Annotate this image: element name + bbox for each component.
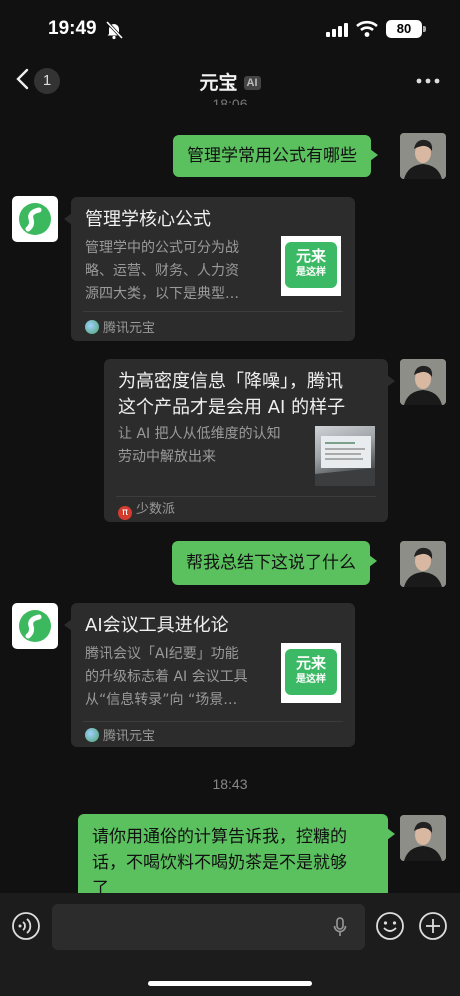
card-desc-line: 腾讯会议「AI纪要」功能 <box>85 646 239 662</box>
card-desc-line: 让 AI 把人从低维度的认知 <box>118 426 281 442</box>
laptop-photo-icon <box>315 436 375 486</box>
yuanbao-source-icon <box>85 320 99 334</box>
message-text: 帮我总结下这说了什么 <box>186 553 356 573</box>
thumbnail-text: 元来 <box>295 654 326 672</box>
yuanbao-avatar[interactable] <box>12 603 58 649</box>
message-text-line: 请你用通俗的计算告诉我，控糖的 <box>92 827 347 847</box>
thumbnail-badge: 元来 是这样 <box>285 242 337 288</box>
ai-answer-card[interactable]: 管理学核心公式 管理学中的公式可分为战 略、运营、财务、人力资 源四大类，以下是… <box>64 197 355 341</box>
user-message-bubble[interactable]: 管理学常用公式有哪些 <box>173 135 378 177</box>
message-text-line: 话，不喝饮料不喝奶茶是不是就够 <box>92 853 347 873</box>
card-thumbnail: 元来 是这样 <box>281 236 341 296</box>
yuanbao-logo-icon <box>19 203 51 235</box>
microphone-icon[interactable] <box>333 917 347 937</box>
card-source: 腾讯元宝 <box>85 728 155 745</box>
chat-input-bar <box>0 893 460 996</box>
user-avatar[interactable] <box>400 541 446 587</box>
emoji-icon[interactable] <box>375 911 405 941</box>
timestamp-partial: 18:06 <box>212 96 248 105</box>
card-title-line: 这个产品才是会用 AI 的样子 <box>118 397 346 418</box>
source-name: 腾讯元宝 <box>103 729 156 744</box>
card-title: 管理学核心公式 <box>85 209 211 230</box>
thumbnail-text: 元来 <box>295 247 326 265</box>
yuanbao-source-icon <box>85 728 99 742</box>
bell-muted-icon <box>105 20 124 40</box>
chat-title-wrap: 元宝 AI <box>0 68 460 95</box>
card-desc-line: 从“信息转录”向 “场景… <box>85 692 238 708</box>
user-avatar-image <box>400 541 446 587</box>
sspai-source-icon: π <box>118 506 132 520</box>
card-title-line: 为高密度信息「降噪」，腾讯 <box>118 371 343 392</box>
card-desc-line: 管理学中的公式可分为战 <box>85 240 239 256</box>
status-bar: 19:49 80 <box>0 0 460 56</box>
card-desc-line: 略、运营、财务、人力资 <box>85 263 239 279</box>
user-message-bubble[interactable]: 帮我总结下这说了什么 <box>172 541 377 585</box>
timestamp: 18:43 <box>212 776 248 792</box>
card-desc-line: 劳动中解放出来 <box>118 449 216 465</box>
battery-indicator: 80 <box>386 20 426 38</box>
card-title: AI会议工具进化论 <box>85 615 229 636</box>
user-avatar-image <box>400 133 446 179</box>
message-text: 管理学常用公式有哪些 <box>187 146 357 166</box>
thumbnail-badge: 元来 是这样 <box>285 649 337 695</box>
signal-icon <box>326 23 348 37</box>
shared-article-card[interactable]: 为高密度信息「降噪」，腾讯 这个产品才是会用 AI 的样子 让 AI 把人从低维… <box>104 359 395 522</box>
message-input[interactable] <box>52 904 365 950</box>
status-time: 19:49 <box>48 18 97 39</box>
yuanbao-logo-icon <box>19 610 51 642</box>
user-avatar[interactable] <box>400 359 446 405</box>
source-name: 腾讯元宝 <box>103 321 156 336</box>
plus-icon[interactable] <box>418 911 448 941</box>
article-thumbnail <box>315 426 375 486</box>
ai-badge: AI <box>243 76 261 90</box>
card-description: 让 AI 把人从低维度的认知 劳动中解放出来 <box>118 423 281 469</box>
home-indicator <box>148 981 312 986</box>
user-avatar-image <box>400 815 446 861</box>
card-desc-line: 源四大类，以下是典型… <box>85 286 239 302</box>
user-message-bubble[interactable]: 请你用通俗的计算告诉我，控糖的 话，不喝饮料不喝奶茶是不是就够 了 <box>78 814 395 904</box>
yuanbao-avatar[interactable] <box>12 196 58 242</box>
user-avatar[interactable] <box>400 815 446 861</box>
card-source: 腾讯元宝 <box>85 320 155 337</box>
more-options-icon[interactable] <box>416 78 440 84</box>
card-desc-line: 的升级标志着 AI 会议工具 <box>85 669 248 685</box>
thumbnail-subtext: 是这样 <box>296 267 326 278</box>
card-thumbnail: 元来 是这样 <box>281 643 341 703</box>
card-source: π 少数派 <box>118 502 175 520</box>
source-name: 少数派 <box>136 502 176 517</box>
wifi-icon <box>356 20 378 37</box>
thumbnail-subtext: 是这样 <box>296 674 326 685</box>
user-avatar-image <box>400 359 446 405</box>
voice-input-icon[interactable] <box>11 911 41 941</box>
card-divider <box>83 721 343 722</box>
chat-title: 元宝 <box>199 72 238 94</box>
card-description: 腾讯会议「AI纪要」功能 的升级标志着 AI 会议工具 从“信息转录”向 “场景… <box>85 643 248 712</box>
card-title: 为高密度信息「降噪」，腾讯 这个产品才是会用 AI 的样子 <box>118 369 345 421</box>
card-divider <box>116 496 376 497</box>
card-divider <box>83 311 343 312</box>
card-description: 管理学中的公式可分为战 略、运营、财务、人力资 源四大类，以下是典型… <box>85 237 239 306</box>
user-avatar[interactable] <box>400 133 446 179</box>
ai-answer-card[interactable]: AI会议工具进化论 腾讯会议「AI纪要」功能 的升级标志着 AI 会议工具 从“… <box>64 603 355 747</box>
